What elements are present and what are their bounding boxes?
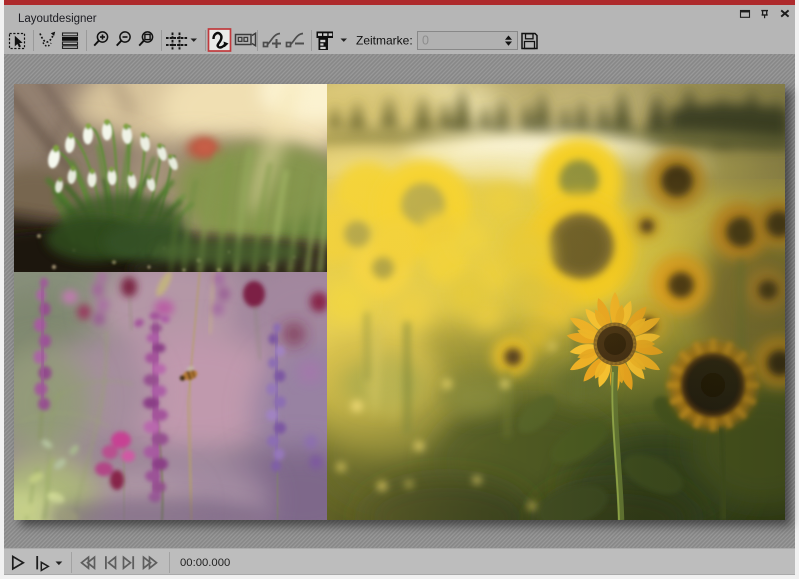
svg-text:0: 0 xyxy=(422,34,429,48)
svg-text:Zeitmarke:: Zeitmarke: xyxy=(356,34,413,48)
